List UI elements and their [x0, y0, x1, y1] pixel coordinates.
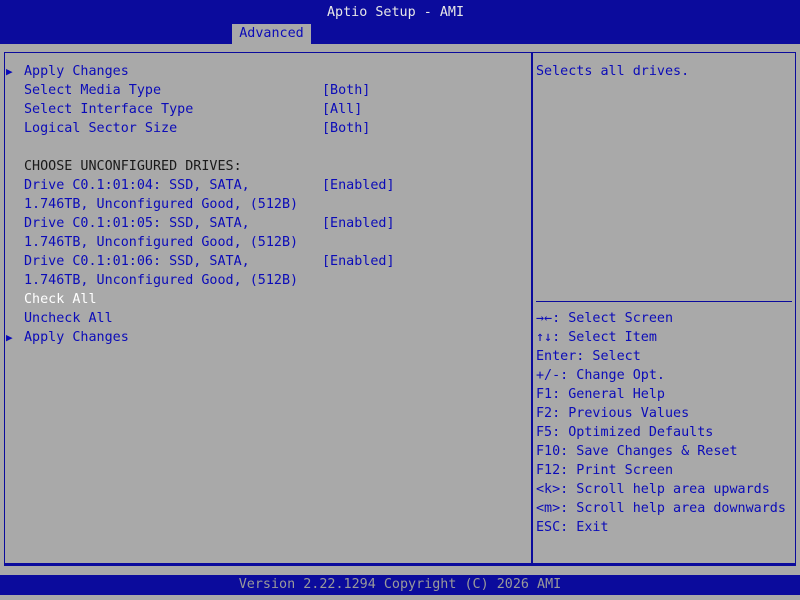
logical-sector-size-value[interactable]: [Both]: [322, 119, 370, 138]
help-key-f2: F2: Previous Values: [536, 406, 690, 421]
drive-05-label-line1[interactable]: Drive C0.1:01:05: SSD, SATA,: [24, 214, 250, 233]
help-key-f5: F5: Optimized Defaults: [536, 425, 714, 440]
drive-04-value[interactable]: [Enabled]: [322, 176, 395, 195]
help-key-select-item: ↑↓: Select Item: [536, 330, 657, 345]
help-key-esc: ESC: Exit: [536, 520, 609, 535]
drive-06-value[interactable]: [Enabled]: [322, 252, 395, 271]
check-all-item[interactable]: Check All: [24, 290, 97, 309]
drive-05-label-line2[interactable]: 1.746TB, Unconfigured Good, (512B): [24, 233, 298, 252]
help-key-f12: F12: Print Screen: [536, 463, 674, 478]
drive-05-value[interactable]: [Enabled]: [322, 214, 395, 233]
help-key-scroll-down: <m>: Scroll help area downwards: [536, 501, 786, 516]
drive-04-label-line2[interactable]: 1.746TB, Unconfigured Good, (512B): [24, 195, 298, 214]
logical-sector-size-label[interactable]: Logical Sector Size: [24, 119, 177, 138]
version-text: Version 2.22.1294 Copyright (C) 2026 AMI: [238, 577, 562, 592]
apply-changes-bottom-item[interactable]: Apply Changes: [24, 328, 129, 347]
submenu-triangle-icon: ▶: [6, 331, 13, 344]
footer-bar: Version 2.22.1294 Copyright (C) 2026 AMI: [0, 575, 800, 595]
apply-changes-top-item[interactable]: Apply Changes: [24, 62, 129, 81]
select-media-type-value[interactable]: [Both]: [322, 81, 370, 100]
help-description: Selects all drives.: [536, 64, 690, 79]
submenu-triangle-icon: ▶: [6, 65, 13, 78]
drive-06-label-line2[interactable]: 1.746TB, Unconfigured Good, (512B): [24, 271, 298, 290]
title-bar: Aptio Setup - AMI Advanced: [0, 0, 800, 44]
section-header: CHOOSE UNCONFIGURED DRIVES:: [24, 159, 242, 174]
bottom-border: [4, 564, 796, 566]
tab-advanced[interactable]: Advanced: [232, 24, 311, 44]
help-key-select-screen: →←: Select Screen: [536, 311, 674, 326]
help-key-change-opt: +/-: Change Opt.: [536, 368, 665, 383]
help-separator: [536, 301, 792, 302]
app-title: Aptio Setup - AMI: [326, 5, 465, 20]
help-key-f10: F10: Save Changes & Reset: [536, 444, 738, 459]
bios-screen: Aptio Setup - AMI Advanced ▶ Apply Chang…: [0, 0, 800, 600]
uncheck-all-item[interactable]: Uncheck All: [24, 309, 113, 328]
select-interface-type-value[interactable]: [All]: [322, 100, 362, 119]
help-key-scroll-up: <k>: Scroll help area upwards: [536, 482, 770, 497]
select-media-type-label[interactable]: Select Media Type: [24, 81, 161, 100]
drive-04-label-line1[interactable]: Drive C0.1:01:04: SSD, SATA,: [24, 176, 250, 195]
drive-06-label-line1[interactable]: Drive C0.1:01:06: SSD, SATA,: [24, 252, 250, 271]
help-key-enter: Enter: Select: [536, 349, 641, 364]
help-key-f1: F1: General Help: [536, 387, 665, 402]
select-interface-type-label[interactable]: Select Interface Type: [24, 100, 193, 119]
